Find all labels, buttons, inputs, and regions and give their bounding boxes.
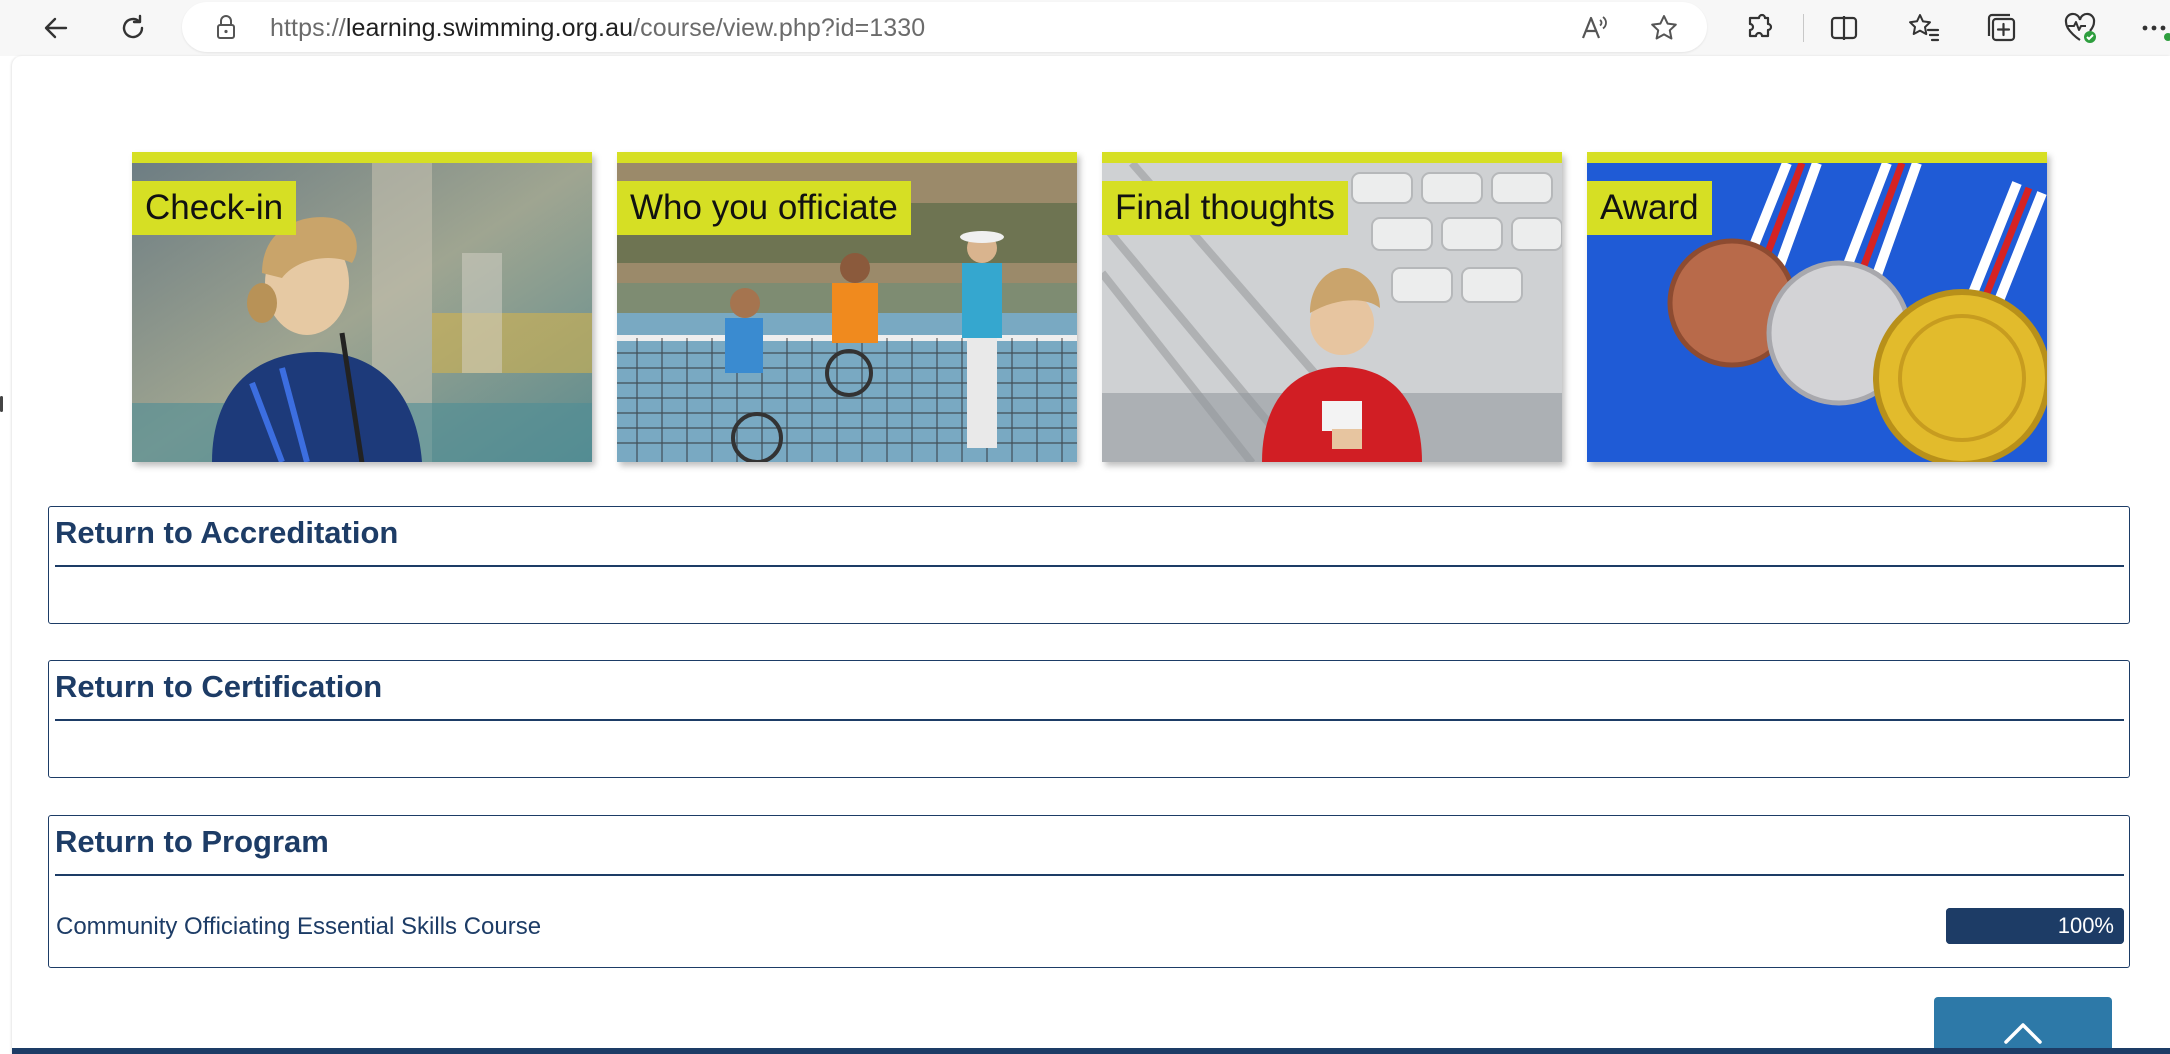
program-block: Return to Program Community Officiating … [48, 815, 2130, 968]
extensions-button[interactable] [1742, 10, 1778, 46]
tile-label: Who you officiate [617, 181, 911, 235]
tile-final-thoughts[interactable]: Final thoughts [1102, 152, 1562, 462]
extensions-icon [1748, 13, 1773, 38]
favorites-icon [1909, 14, 1940, 42]
split-screen-button[interactable] [1826, 10, 1862, 46]
accreditation-block: Return to Accreditation [48, 506, 2130, 624]
tile-check-in[interactable]: Check-in [132, 152, 592, 462]
back-to-top-button[interactable] [1934, 997, 2112, 1054]
heading-rule [55, 719, 2124, 721]
window-edge-marker [0, 396, 3, 412]
tile-label: Final thoughts [1102, 181, 1348, 235]
split-screen-icon [1830, 16, 1858, 40]
certification-heading[interactable]: Return to Certification [55, 669, 382, 705]
tile-label: Check-in [132, 181, 297, 235]
back-button[interactable] [34, 6, 78, 50]
back-icon [44, 17, 68, 39]
heading-rule [55, 874, 2124, 876]
progress-label: 100% [2057, 913, 2114, 938]
more-button[interactable] [2136, 10, 2170, 46]
footer-bar [12, 1048, 2170, 1054]
refresh-icon [122, 14, 144, 39]
favorites-button[interactable] [1906, 10, 1942, 46]
lock-icon[interactable] [212, 13, 240, 41]
address-bar[interactable]: https://learning.swimming.org.au/course/… [182, 2, 1707, 52]
course-progress-bar: 100% [1946, 908, 2124, 944]
program-heading[interactable]: Return to Program [55, 824, 329, 860]
collections-icon [1987, 13, 2016, 42]
read-aloud-icon[interactable] [1578, 12, 1610, 44]
url-text[interactable]: https://learning.swimming.org.au/course/… [270, 14, 925, 43]
collections-button[interactable] [1984, 10, 2020, 46]
heading-rule [55, 565, 2124, 567]
more-icon [2142, 25, 2170, 41]
browser-essentials-button[interactable] [2062, 10, 2098, 46]
course-link[interactable]: Community Officiating Essential Skills C… [56, 913, 541, 941]
refresh-button[interactable] [111, 6, 155, 50]
toolbar-separator [1803, 14, 1804, 42]
accreditation-heading[interactable]: Return to Accreditation [55, 515, 398, 551]
tile-label: Award [1587, 181, 1712, 235]
tile-who-you-officiate[interactable]: Who you officiate [617, 152, 1077, 462]
tile-award[interactable]: Award [1587, 152, 2047, 462]
certification-block: Return to Certification [48, 660, 2130, 778]
browser-essentials-icon [2064, 12, 2096, 43]
chevron-up-icon [2004, 1023, 2042, 1044]
browser-toolbar: https://learning.swimming.org.au/course/… [0, 0, 2170, 56]
favorite-icon[interactable] [1648, 12, 1680, 44]
